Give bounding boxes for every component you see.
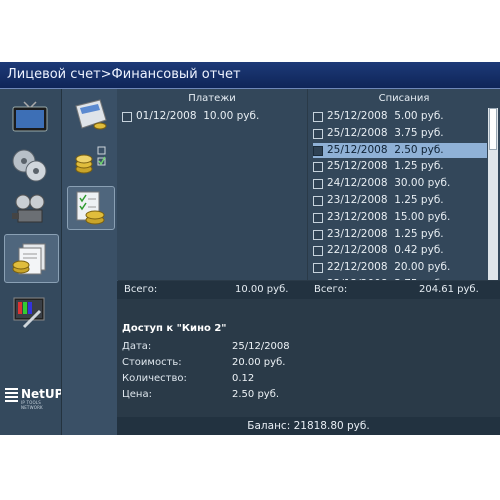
withdrawal-row[interactable]: 23/12/2008 1.25 руб. xyxy=(313,227,487,242)
withdrawal-row[interactable]: 22/12/2008 0.42 руб. xyxy=(313,243,487,258)
withdrawal-row-text: 22/12/2008 3.75 руб. xyxy=(327,278,444,280)
film-reels-icon xyxy=(12,149,47,182)
withdrawal-row[interactable]: 24/12/2008 30.00 руб. xyxy=(313,176,487,191)
withdrawal-checkbox[interactable] xyxy=(313,196,323,206)
netup-logo: NetUP IP TOOLS NETWORK xyxy=(4,386,64,410)
withdrawal-row[interactable]: 23/12/2008 15.00 руб. xyxy=(313,210,487,225)
payment-row[interactable]: 01/12/2008 10.00 руб. xyxy=(122,109,296,125)
withdrawal-row-text: 23/12/2008 15.00 руб. xyxy=(327,210,451,223)
withdrawal-row-text: 23/12/2008 1.25 руб. xyxy=(327,227,444,240)
withdrawal-row-text: 22/12/2008 0.42 руб. xyxy=(327,244,444,257)
payments-total-label: Всего: xyxy=(124,284,158,295)
withdrawal-row[interactable]: 23/12/2008 1.25 руб. xyxy=(313,193,487,208)
logo-text: NetUP xyxy=(21,387,64,401)
sidebar-item-cinema[interactable] xyxy=(4,186,57,233)
withdrawals-total-label: Всего: xyxy=(314,284,348,295)
detail-label-date: Дата: xyxy=(122,341,152,352)
subnav-item-coins-checklist[interactable] xyxy=(67,138,113,180)
documents-coins-icon xyxy=(12,243,46,275)
balance-bar: Баланс: 21818.80 руб. xyxy=(117,417,500,435)
withdrawal-row-text: 22/12/2008 20.00 руб. xyxy=(327,261,451,274)
subnav-item-coins-list[interactable] xyxy=(67,186,115,230)
payments-total-value: 10.00 руб. xyxy=(235,284,289,295)
withdrawal-row-text: 24/12/2008 30.00 руб. xyxy=(327,177,451,190)
withdrawal-row-text: 25/12/2008 3.75 руб. xyxy=(327,126,444,139)
payment-checkbox[interactable] xyxy=(122,112,132,122)
withdrawal-row[interactable]: 22/12/2008 20.00 руб. xyxy=(313,260,487,275)
withdrawals-scroll-thumb[interactable] xyxy=(489,108,497,150)
withdrawal-checkbox[interactable] xyxy=(313,229,323,240)
coins-list-icon xyxy=(76,191,105,225)
detail-value-cost: 20.00 руб. xyxy=(232,357,286,368)
balance-text: Баланс: 21818.80 руб. xyxy=(247,420,370,432)
detail-value-date: 25/12/2008 xyxy=(232,341,290,352)
withdrawal-checkbox[interactable] xyxy=(313,263,323,274)
subnav-item-calculator[interactable] xyxy=(67,93,113,135)
payments-header: Платежи xyxy=(188,93,236,104)
screen: Лицевой счет>Финансовый отчет NetUP IP T… xyxy=(0,62,500,435)
withdrawals-total-value: 204.61 руб. xyxy=(419,284,479,295)
withdrawal-row[interactable]: 25/12/2008 3.75 руб. xyxy=(313,126,487,141)
withdrawal-row[interactable]: 25/12/2008 1.25 руб. xyxy=(313,159,487,174)
calculator-icon xyxy=(75,99,107,130)
projector-icon xyxy=(12,194,45,223)
detail-label-quantity: Количество: xyxy=(122,373,187,384)
payment-row-text: 01/12/2008 10.00 руб. xyxy=(136,110,260,122)
withdrawal-row[interactable]: 22/12/2008 3.75 руб. xyxy=(313,277,487,280)
sidebar-item-settings[interactable] xyxy=(4,289,57,336)
details-title: Доступ к "Кино 2" xyxy=(122,323,227,334)
page-title: Лицевой счет>Финансовый отчет xyxy=(7,67,241,82)
withdrawal-row-text: 25/12/2008 2.50 руб. xyxy=(327,143,444,156)
withdrawal-row-text: 25/12/2008 5.00 руб. xyxy=(327,110,444,122)
detail-label-price: Цена: xyxy=(122,389,152,400)
logo-subtext: IP TOOLS NETWORK xyxy=(21,400,43,410)
tv-icon xyxy=(12,101,48,132)
withdrawal-checkbox[interactable] xyxy=(313,162,323,173)
withdrawal-checkbox[interactable] xyxy=(313,128,323,139)
withdrawals-panel: Списания 25/12/2008 5.00 руб. 25/12/2008 … xyxy=(308,89,500,280)
withdrawal-checkbox[interactable] xyxy=(313,212,323,223)
withdrawal-checkbox[interactable] xyxy=(313,112,323,122)
main-sidebar: NetUP IP TOOLS NETWORK xyxy=(0,89,64,435)
withdrawal-row-text: 25/12/2008 1.25 руб. xyxy=(327,160,444,173)
logo-mark-icon xyxy=(5,388,18,402)
withdrawal-checkbox[interactable] xyxy=(313,145,323,156)
totals-bar: Всего: 10.00 руб. Всего: 204.61 руб. xyxy=(117,281,500,299)
coins-checklist-icon xyxy=(75,146,106,174)
detail-value-quantity: 0.12 xyxy=(232,373,255,384)
sidebar-item-video[interactable] xyxy=(4,141,57,188)
title-bar: Лицевой счет>Финансовый отчет xyxy=(0,62,500,89)
tv-settings-icon xyxy=(13,297,45,329)
sidebar-item-tv[interactable] xyxy=(4,95,57,142)
withdrawal-row[interactable]: 25/12/2008 5.00 руб. xyxy=(313,109,487,124)
withdrawal-checkbox[interactable] xyxy=(313,179,323,190)
sub-sidebar xyxy=(61,89,118,435)
detail-value-price: 2.50 руб. xyxy=(232,389,280,400)
details-panel: Доступ к "Кино 2" Дата: 25/12/2008 Стоим… xyxy=(117,299,500,417)
detail-label-cost: Стоимость: xyxy=(122,357,182,368)
withdrawals-list: 25/12/2008 5.00 руб. 25/12/2008 3.75 руб.… xyxy=(308,89,488,280)
sidebar-item-finance[interactable] xyxy=(4,234,59,283)
withdrawal-row-text: 23/12/2008 1.25 руб. xyxy=(327,194,444,206)
withdrawal-checkbox[interactable] xyxy=(313,246,323,257)
withdrawal-row[interactable]: 25/12/2008 2.50 руб. xyxy=(313,142,487,158)
payments-panel: Платежи 01/12/2008 10.00 руб. xyxy=(117,89,307,280)
